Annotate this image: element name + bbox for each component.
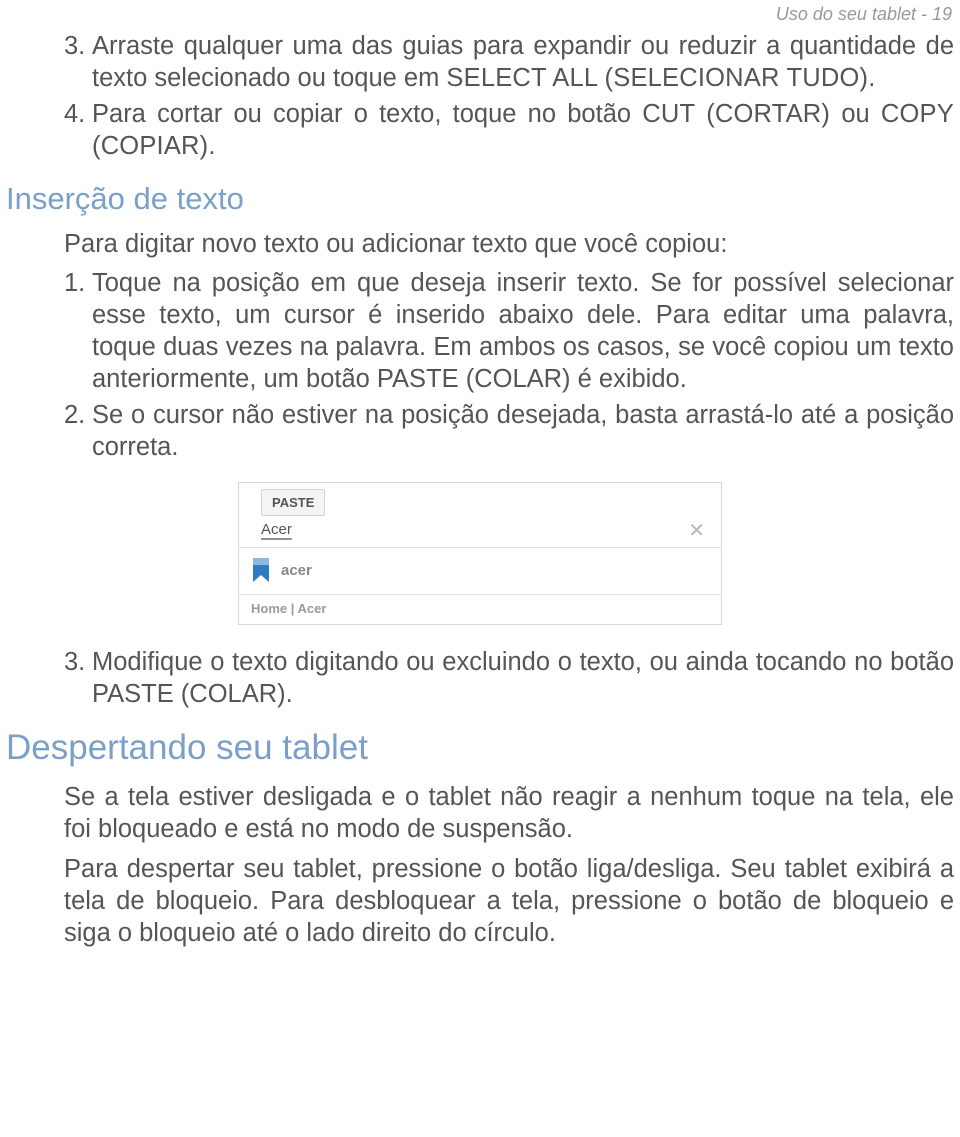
list-number: 3. [64,31,85,63]
figure-suggestion-title: acer [281,562,312,579]
list-text: Toque na posição em que deseja inserir t… [92,269,954,393]
heading-insercao: Inserção de texto [6,181,954,217]
ordered-list-1: 3. Arraste qualquer uma das guias para e… [6,31,954,163]
list-item: 2. Se o cursor não estiver na posição de… [64,400,954,464]
list-text: . [208,132,215,160]
figure-suggestion-row[interactable]: acer [239,548,721,595]
list-number: 4. [64,99,85,131]
list-number: 3. [64,647,85,679]
ordered-list-3: 3. Modifique o texto digitando ou exclui… [6,647,954,711]
list-item: 4. Para cortar ou copiar o texto, toque … [64,99,954,163]
ordered-list-2: 1. Toque na posição em que deseja inseri… [6,268,954,463]
close-icon[interactable]: ✕ [682,519,711,543]
list-text: Para cortar ou copiar o texto, toque no … [92,100,642,128]
paste-figure: PASTE Acer ✕ acer Home | Acer [238,482,722,625]
list-number: 2. [64,400,85,432]
figure-input-row: Acer ✕ [239,519,721,548]
bold-label: SELECT ALL (SELECIONAR TUDO) [446,64,868,92]
figure-text-input[interactable]: Acer [261,521,682,540]
intro-paragraph: Para digitar novo texto ou adicionar tex… [6,229,954,261]
list-text: . [868,64,875,92]
figure-breadcrumb: Home | Acer [239,595,721,624]
heading-despertando: Despertando seu tablet [6,728,954,768]
list-item: 3. Modifique o texto digitando ou exclui… [64,647,954,711]
bold-label: CUT (CORTAR) [642,100,830,128]
list-text: ou [830,100,881,128]
list-text: Modifique o texto digitando ou excluindo… [92,648,954,708]
page-header: Uso do seu tablet - 19 [6,4,952,25]
paste-tooltip: PASTE [261,489,325,516]
list-item: 3. Arraste qualquer uma das guias para e… [64,31,954,95]
list-item: 1. Toque na posição em que deseja inseri… [64,268,954,396]
wake-paragraph-1: Se a tela estiver desligada e o tablet n… [6,782,954,846]
list-text: Se o cursor não estiver na posição desej… [92,401,954,461]
wake-paragraph-2: Para despertar seu tablet, pressione o b… [6,854,954,950]
bookmark-icon [251,558,271,584]
list-number: 1. [64,268,85,300]
